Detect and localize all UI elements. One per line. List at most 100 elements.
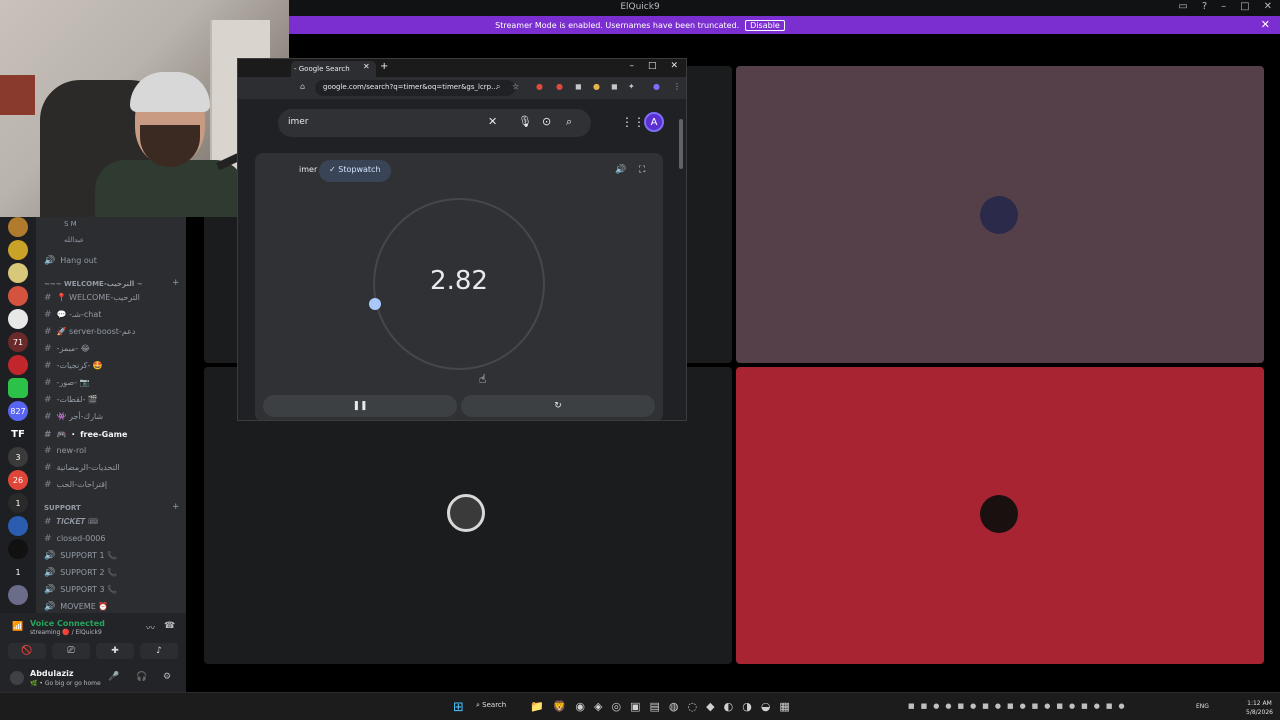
add-channel-icon[interactable]: + — [172, 502, 180, 512]
server-icon[interactable]: 3 — [8, 447, 28, 467]
channel-item-free-game[interactable]: # 🎮 ・ free-Game — [44, 429, 127, 440]
tray-icon[interactable]: ■ — [1081, 702, 1088, 710]
tray-icon[interactable]: ● — [1044, 702, 1050, 710]
maximize-icon[interactable]: □ — [648, 61, 657, 71]
voice-channel-item[interactable]: 🔊 SUPPORT 1 📞 — [44, 551, 117, 561]
input-language[interactable]: ENG — [1196, 703, 1209, 710]
tray-icon[interactable]: ● — [1119, 702, 1125, 710]
add-channel-icon[interactable]: + — [172, 278, 180, 288]
channel-item[interactable]: # -ميمز- 😂 — [44, 344, 90, 354]
profile-icon[interactable]: ● — [653, 82, 660, 91]
server-icon[interactable] — [8, 585, 28, 605]
tray-icon[interactable]: ■ — [1007, 702, 1014, 710]
google-search-box[interactable]: imer ✕ 🎙 ⊙ ⌕ — [278, 109, 591, 137]
channel-item[interactable]: # 👾 شارك-أجر — [44, 412, 103, 422]
voice-channel-item[interactable]: 🔊 MOVEME ⏰ — [44, 602, 108, 612]
channel-item[interactable]: # 🚀 server-boost-دعم — [44, 327, 135, 337]
kick-icon[interactable] — [8, 378, 28, 398]
gear-icon[interactable]: ⚙ — [163, 672, 171, 682]
video-tile[interactable] — [736, 367, 1264, 664]
server-icon[interactable]: TF — [8, 424, 28, 444]
server-icon[interactable] — [8, 309, 28, 329]
maximize-icon[interactable]: □ — [1240, 1, 1249, 12]
fullscreen-icon[interactable]: ⛶ — [639, 165, 645, 175]
tray-icon[interactable]: ● — [1094, 702, 1100, 710]
headphones-icon[interactable]: 🎧 — [136, 672, 147, 682]
taskbar-clock[interactable]: 1:12 AM 5/8/2026 — [1246, 699, 1273, 717]
category-welcome[interactable]: ~~~ WELCOME-الترحيب ~ — [44, 280, 143, 288]
new-tab-icon[interactable]: + — [380, 61, 388, 72]
bookmark-star-icon[interactable]: ☆ — [512, 82, 519, 91]
tray-icon[interactable]: ● — [970, 702, 976, 710]
tray-icon[interactable]: ■ — [921, 702, 928, 710]
close-tab-icon[interactable]: ✕ — [363, 62, 370, 71]
server-icon[interactable]: 1 — [8, 562, 28, 582]
server-icon[interactable] — [8, 240, 28, 260]
voice-channel-item[interactable]: 🔊 SUPPORT 3 📞 — [44, 585, 117, 595]
app-icon[interactable]: ▦ — [779, 700, 789, 713]
tray-icon[interactable]: ● — [933, 702, 939, 710]
premiere-icon[interactable]: ▣ — [630, 700, 640, 713]
server-icon[interactable] — [8, 217, 28, 237]
tray-icon[interactable]: ■ — [982, 702, 989, 710]
volume-icon[interactable]: 🔊 — [615, 165, 626, 175]
lens-camera-icon[interactable]: ⊙ — [542, 115, 551, 128]
tray-icon[interactable]: ■ — [1056, 702, 1063, 710]
channel-item[interactable]: # 𝑻𝑰𝑪𝑲𝑬𝑻 🎟 — [44, 517, 98, 527]
extension-icon[interactable]: ● — [536, 82, 543, 91]
app-icon[interactable]: ◍ — [669, 700, 679, 713]
channel-item[interactable]: # new-rol — [44, 446, 86, 456]
channel-hang-out[interactable]: 🔊 Hang out — [44, 256, 97, 266]
taskbar-search[interactable]: ⌕ Search — [476, 701, 506, 710]
server-icon[interactable]: 827 — [8, 401, 28, 421]
category-support[interactable]: SUPPORT — [44, 504, 81, 512]
tray-icon[interactable]: ● — [1020, 702, 1026, 710]
app-icon[interactable]: ◒ — [761, 700, 771, 713]
soundboard-icon[interactable]: ♪ — [140, 643, 178, 659]
channel-item[interactable]: # 📍 WELCOME-الترحيب — [44, 293, 140, 303]
start-icon[interactable]: ⊞ — [453, 700, 464, 715]
voice-user[interactable]: S M — [64, 220, 77, 228]
home-icon[interactable]: ⌂ — [300, 82, 305, 91]
page-scrollbar[interactable] — [679, 119, 683, 169]
app-icon[interactable]: ◑ — [742, 700, 752, 713]
extensions-puzzle-icon[interactable]: ✦ — [628, 82, 635, 91]
microphone-icon[interactable]: 🎤 — [108, 672, 119, 682]
app-icon[interactable]: ◌ — [688, 700, 698, 713]
server-icon[interactable] — [8, 539, 28, 559]
tray-icon[interactable]: ■ — [1032, 702, 1039, 710]
clear-search-icon[interactable]: ✕ — [488, 115, 497, 128]
app-icon[interactable]: ◐ — [724, 700, 734, 713]
help-icon[interactable]: ? — [1202, 1, 1207, 12]
tray-icon[interactable]: ■ — [908, 702, 915, 710]
file-explorer-icon[interactable]: 📁 — [530, 700, 544, 713]
channel-item[interactable]: # closed-0006 — [44, 534, 105, 544]
channel-item[interactable]: # -لقطات- 🎬 — [44, 395, 98, 405]
signal-icon[interactable]: 📶 — [12, 622, 23, 632]
server-icon[interactable]: 71 — [8, 332, 28, 352]
channel-item[interactable]: # التحديات-الرمضانية — [44, 463, 120, 473]
voice-channel-item[interactable]: 🔊 SUPPORT 2 📞 — [44, 568, 117, 578]
disable-streamer-mode-button[interactable]: Disable — [745, 19, 785, 31]
voice-user[interactable]: عبدالله — [64, 236, 84, 244]
steam-icon[interactable]: ◎ — [611, 700, 621, 713]
channel-item[interactable]: # -كرنجيات- 🤩 — [44, 361, 103, 371]
screen-share-icon[interactable]: ⎚ — [52, 643, 90, 659]
brave-icon[interactable]: 🦁 — [553, 700, 567, 713]
avatar[interactable] — [10, 671, 24, 685]
search-query[interactable]: imer — [288, 117, 309, 127]
username[interactable]: Abdulaziz — [30, 669, 74, 678]
activities-icon[interactable]: ✚ — [96, 643, 134, 659]
reset-button[interactable]: ↻ — [461, 395, 655, 417]
camera-off-icon[interactable]: 🚫 — [8, 643, 46, 659]
tray-icon[interactable]: ■ — [957, 702, 964, 710]
browser-menu-icon[interactable]: ⋮ — [673, 82, 681, 91]
close-icon[interactable]: ✕ — [670, 61, 678, 71]
voice-search-icon[interactable]: 🎙 — [518, 115, 532, 128]
extension-icon[interactable]: ◼ — [575, 82, 582, 91]
channel-item[interactable]: # -صور- 📷 — [44, 378, 90, 388]
server-icon[interactable]: 26 — [8, 470, 28, 490]
app-icon[interactable]: ▤ — [650, 700, 660, 713]
server-icon[interactable] — [8, 286, 28, 306]
server-icon[interactable] — [8, 516, 28, 536]
